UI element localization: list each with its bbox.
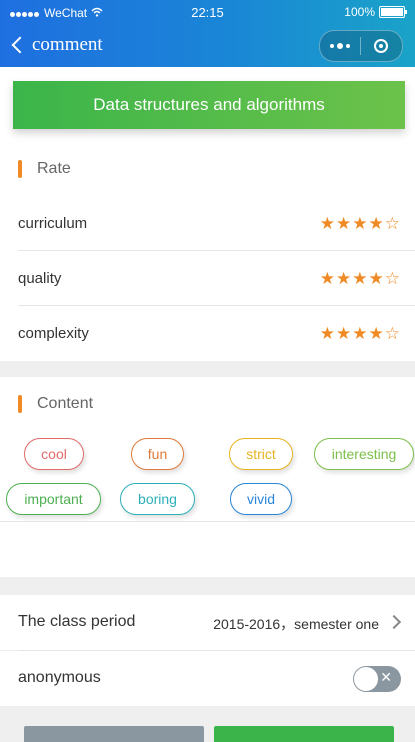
star-filled-icon[interactable]: ★: [352, 269, 367, 289]
rate-label: curriculum: [18, 215, 88, 232]
section-divider: [0, 521, 415, 522]
tag-important[interactable]: important: [6, 483, 101, 515]
status-right: 100%: [344, 5, 407, 19]
dot-icon: [346, 44, 350, 48]
star-filled-icon[interactable]: ★: [336, 324, 351, 344]
anonymous-toggle[interactable]: ✕: [353, 666, 401, 692]
back-button[interactable]: comment: [11, 34, 103, 56]
star-filled-icon[interactable]: ★: [369, 324, 384, 344]
close-icon: ✕: [380, 669, 392, 685]
rate-row-curriculum: curriculum ★ ★ ★ ★ ☆: [18, 196, 415, 251]
toggle-knob: [354, 667, 378, 691]
battery-percent: 100%: [344, 5, 375, 19]
tag-boring[interactable]: boring: [120, 483, 195, 515]
cancel-button[interactable]: [24, 726, 204, 742]
screen: WeChat 22:15 100% comment Data structure…: [0, 0, 415, 742]
chevron-left-icon: [11, 36, 29, 54]
star-rating[interactable]: ★ ★ ★ ★ ☆: [320, 269, 400, 289]
star-filled-icon[interactable]: ★: [369, 214, 384, 234]
rate-row-quality: quality ★ ★ ★ ★ ☆: [18, 251, 415, 306]
more-button[interactable]: [320, 31, 360, 61]
star-empty-icon[interactable]: ☆: [385, 324, 400, 344]
section-marker: [18, 160, 22, 178]
rate-label: complexity: [18, 325, 89, 342]
status-bar: WeChat 22:15 100%: [0, 0, 415, 26]
chevron-right-icon: [386, 614, 402, 630]
rate-row-complexity: complexity ★ ★ ★ ★ ☆: [18, 306, 415, 361]
course-banner: Data structures and algorithms: [13, 81, 405, 129]
rate-title: Rate: [37, 160, 71, 177]
tag-strict[interactable]: strict: [229, 438, 293, 470]
rate-label: quality: [18, 270, 62, 287]
submit-button[interactable]: [214, 726, 394, 742]
star-filled-icon[interactable]: ★: [352, 324, 367, 344]
star-filled-icon[interactable]: ★: [369, 269, 384, 289]
anonymous-row: anonymous ✕: [0, 651, 415, 706]
content-header: Content: [18, 395, 93, 413]
tag-interesting[interactable]: interesting: [314, 438, 414, 470]
tag-fun[interactable]: fun: [131, 438, 184, 470]
content-section: Content cool fun strict interesting impo…: [0, 377, 415, 577]
battery-icon: [379, 6, 407, 18]
dot-icon: [337, 43, 343, 49]
star-rating[interactable]: ★ ★ ★ ★ ☆: [320, 324, 400, 344]
rate-header: Rate: [18, 160, 71, 178]
content-title: Content: [37, 395, 94, 412]
miniprogram-capsule: [319, 30, 403, 62]
section-marker: [18, 395, 22, 413]
star-filled-icon[interactable]: ★: [336, 214, 351, 234]
star-filled-icon[interactable]: ★: [352, 214, 367, 234]
dot-icon: [330, 44, 334, 48]
anonymous-label: anonymous: [18, 669, 101, 686]
star-empty-icon[interactable]: ☆: [385, 269, 400, 289]
star-empty-icon[interactable]: ☆: [385, 214, 400, 234]
class-period-label: The class period: [18, 613, 136, 630]
class-period-value: 2015-2016，semester one: [213, 616, 379, 632]
star-filled-icon[interactable]: ★: [320, 269, 335, 289]
tag-vivid[interactable]: vivid: [230, 483, 292, 515]
star-rating[interactable]: ★ ★ ★ ★ ☆: [320, 214, 400, 234]
target-icon: [374, 39, 388, 53]
page-title: comment: [32, 34, 103, 55]
close-miniprogram-button[interactable]: [361, 31, 401, 61]
rate-section: Rate curriculum ★ ★ ★ ★ ☆ quality ★ ★ ★ ★ ☆ comp…: [0, 143, 415, 361]
star-filled-icon[interactable]: ★: [336, 269, 351, 289]
course-banner-area: Data structures and algorithms: [0, 67, 415, 143]
top-bar: WeChat 22:15 100% comment: [0, 0, 415, 67]
tag-cool[interactable]: cool: [24, 438, 84, 470]
star-filled-icon[interactable]: ★: [320, 214, 335, 234]
star-filled-icon[interactable]: ★: [320, 324, 335, 344]
class-period-row[interactable]: The class period 2015-2016，semester one: [0, 595, 415, 650]
